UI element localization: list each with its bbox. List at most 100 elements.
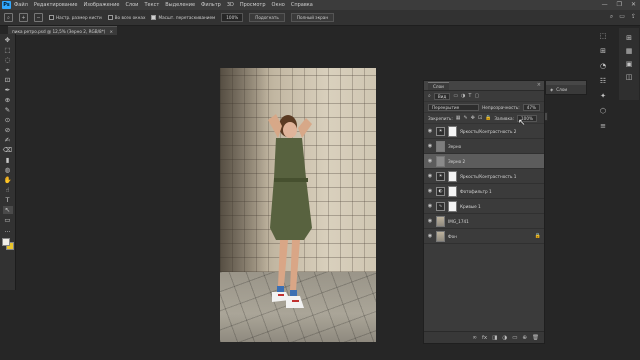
visibility-eye-icon[interactable]: ◉ (427, 158, 433, 164)
share-icon[interactable]: ⇪ (631, 13, 636, 21)
layer-thumbnail[interactable] (436, 230, 445, 242)
layer-mask-thumbnail[interactable] (448, 170, 457, 182)
layer-thumbnail[interactable] (436, 155, 445, 167)
all-windows-checkbox[interactable]: Во всех окнах (107, 15, 145, 20)
history-icon[interactable]: ⬚ (600, 32, 607, 40)
layer-row[interactable]: ◉ Фон 🔒 (424, 229, 544, 244)
visibility-eye-icon[interactable]: ◉ (427, 188, 433, 194)
rectangle-tool-icon[interactable]: ▭ (3, 216, 13, 224)
layer-row[interactable]: ◉ Зерно (424, 139, 544, 154)
layer-row-selected[interactable]: ◉ Зерно 2 (424, 154, 544, 169)
scrubby-zoom-checkbox[interactable]: Масшт. перетаскиванием (151, 15, 215, 20)
type-tool-icon[interactable]: T (3, 196, 13, 204)
zoom-100-button[interactable]: 100% (221, 13, 244, 22)
visibility-eye-icon[interactable]: ◉ (427, 233, 433, 239)
grid-icon[interactable]: ⊞ (600, 47, 606, 55)
layer-row[interactable]: ◉ ☀ Яркость/Контрастность 1 (424, 169, 544, 184)
zoom-out-icon[interactable]: − (34, 13, 43, 22)
layer-row[interactable]: ◉ ◐ Фотофильтр 1 (424, 184, 544, 199)
menu-filter[interactable]: Фильтр (201, 2, 221, 8)
blend-mode-select[interactable]: Перекрытие (428, 103, 480, 111)
lock-paint-icon[interactable]: ✎ (464, 115, 468, 121)
filter-pixel-icon[interactable]: ▭ (453, 93, 458, 99)
menu-view[interactable]: Просмотр (240, 2, 266, 8)
close-tab-icon[interactable]: × (109, 29, 113, 34)
layer-mask-thumbnail[interactable] (448, 185, 457, 197)
move-tool-icon[interactable]: ✥ (3, 36, 13, 44)
link-layers-icon[interactable]: ∞ (472, 335, 477, 341)
zoom-tool-icon[interactable]: ⌕ (4, 13, 13, 22)
visibility-eye-icon[interactable]: ◉ (427, 173, 433, 179)
document-canvas[interactable] (220, 68, 376, 342)
color-icon[interactable]: ◔ (600, 62, 606, 70)
more-tools-icon[interactable]: … (3, 226, 13, 234)
search-icon[interactable]: ⌕ (610, 13, 613, 21)
healing-tool-icon[interactable]: ⊕ (3, 96, 13, 104)
layers-tab[interactable]: Слои (428, 81, 449, 90)
layer-row[interactable]: ◉ ☀ Яркость/Контрастность 2 (424, 124, 544, 139)
brush-tool-icon[interactable]: ✎ (3, 106, 13, 114)
lock-all-icon[interactable]: 🔒 (485, 115, 491, 121)
eyedropper-tool-icon[interactable]: ✒ (3, 86, 13, 94)
mini-panel-row[interactable]: ◈ Слои (546, 85, 586, 94)
patterns-icon[interactable]: ▣ (626, 60, 633, 68)
pen-tool-icon[interactable]: ✋ (3, 176, 13, 184)
lock-position-icon[interactable]: ✥ (471, 115, 475, 121)
marquee-tool-icon[interactable]: ⬚ (3, 46, 13, 54)
layer-row[interactable]: ◉ ∿ Кривые 1 (424, 199, 544, 214)
photoshop-logo[interactable]: Ps (2, 1, 11, 9)
zoom-in-icon[interactable]: + (19, 13, 28, 22)
foreground-color-swatch[interactable] (1, 238, 10, 246)
workspace-icon[interactable]: ▭ (619, 13, 625, 21)
shapes-icon[interactable]: ⬡ (600, 107, 606, 115)
document-tab[interactable]: пика ретро.psd @ 12,5% (Зерно 2, RGB/8*)… (8, 26, 117, 35)
clone-stamp-tool-icon[interactable]: ⊙ (3, 116, 13, 124)
lock-pixels-icon[interactable]: ▦ (456, 115, 461, 121)
properties-icon[interactable]: ☷ (600, 77, 606, 85)
panel-menu-icon[interactable]: × (537, 82, 541, 88)
menu-help[interactable]: Справка (291, 2, 313, 8)
visibility-eye-icon[interactable]: ◉ (427, 218, 433, 224)
add-mask-icon[interactable]: ◨ (492, 335, 497, 341)
gradients-icon[interactable]: ▦ (626, 47, 633, 55)
path-select-tool-icon[interactable]: ☝ (3, 186, 13, 194)
visibility-eye-icon[interactable]: ◉ (427, 143, 433, 149)
menu-type[interactable]: Текст (144, 2, 159, 8)
resize-windows-checkbox[interactable]: Настр. размер кисти (49, 15, 102, 20)
lasso-tool-icon[interactable]: ◌ (3, 56, 13, 64)
visibility-eye-icon[interactable]: ◉ (427, 128, 433, 134)
dodge-tool-icon[interactable]: ◍ (3, 166, 13, 174)
layer-thumbnail[interactable] (436, 215, 445, 227)
minimize-icon[interactable]: — (602, 1, 608, 8)
menu-edit[interactable]: Редактирование (34, 2, 78, 8)
opacity-input[interactable]: 47% (522, 103, 540, 111)
layer-mask-thumbnail[interactable] (448, 125, 457, 137)
fit-screen-button[interactable]: Подогнать (249, 13, 285, 22)
layer-row[interactable]: ◉ IMG_1741 (424, 214, 544, 229)
history-brush-tool-icon[interactable]: ⊘ (3, 126, 13, 134)
restore-icon[interactable]: ❐ (617, 1, 622, 8)
fill-screen-button[interactable]: Полный экран (290, 13, 335, 22)
filter-type-icon[interactable]: T (468, 93, 471, 99)
paragraph-icon[interactable]: ≡ (600, 122, 606, 130)
layer-filter-select[interactable]: Вид (433, 92, 451, 100)
adjustment-layer-icon[interactable]: ◑ (502, 335, 507, 341)
menu-image[interactable]: Изображение (83, 2, 119, 8)
filter-adjustment-icon[interactable]: ◑ (461, 93, 465, 99)
layer-thumbnail[interactable] (436, 140, 445, 152)
menu-select[interactable]: Выделение (165, 2, 195, 8)
crop-tool-icon[interactable]: ⊡ (3, 76, 13, 84)
quick-select-tool-icon[interactable]: ⌖ (3, 66, 13, 74)
eraser-tool-icon[interactable]: ✍ (3, 136, 13, 144)
direct-select-tool-icon[interactable]: ↖ (2, 206, 13, 214)
gradient-tool-icon[interactable]: ▮ (3, 156, 13, 164)
new-group-icon[interactable]: ▭ (512, 335, 517, 341)
close-icon[interactable]: ✕ (631, 1, 636, 8)
delete-layer-icon[interactable]: 🗑 (532, 335, 539, 341)
menu-file[interactable]: Файл (14, 2, 28, 8)
brush-settings-icon[interactable]: ✦ (600, 92, 606, 100)
eraser-alt-tool-icon[interactable]: ⌫ (3, 146, 13, 154)
filter-shape-icon[interactable]: ▢ (474, 93, 479, 99)
visibility-eye-icon[interactable]: ◉ (427, 203, 433, 209)
lock-artboard-icon[interactable]: ⊡ (478, 115, 482, 121)
